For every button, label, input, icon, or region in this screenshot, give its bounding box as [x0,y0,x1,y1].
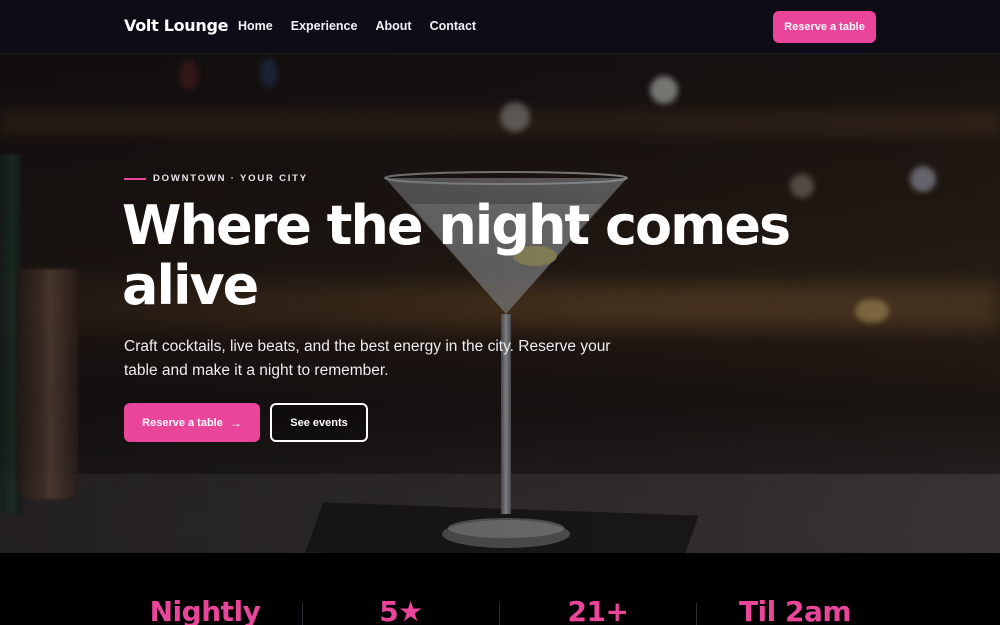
eyebrow-accent-line [124,177,146,180]
nav-links: Home Experience About Contact [238,19,494,33]
hero-headline: Where the night comes alive [122,194,791,317]
hero-reserve-label: Reserve a table [142,416,223,429]
hero-eyebrow: DOWNTOWN · YOUR CITY [124,173,308,184]
arrow-right-icon: → [229,415,242,430]
eyebrow-text: DOWNTOWN · YOUR CITY [153,173,308,184]
stat-value: Til 2am [738,595,852,625]
stat-value: Nightly [149,595,261,625]
stat-value: 5★ [379,595,423,625]
stat-value: 21+ [567,595,629,625]
nav-link-experience[interactable]: Experience [291,19,358,33]
nav-link-about[interactable]: About [375,19,411,33]
hero-subtext: Craft cocktails, live beats, and the bes… [124,338,611,379]
nav-reserve-button[interactable]: Reserve a table [773,11,876,43]
nav-link-contact[interactable]: Contact [430,19,477,33]
nav-link-home[interactable]: Home [238,19,273,33]
stats-strip: Nightly 5★ 21+ Til 2am [0,553,1000,625]
brand-logo[interactable]: Volt Lounge [124,16,228,35]
hero-section: DOWNTOWN · YOUR CITY Where the night com… [0,54,1000,553]
see-events-button[interactable]: See events [270,403,368,442]
hero-reserve-button[interactable]: Reserve a table → [124,403,260,442]
navbar: Volt Lounge Home Experience About Contac… [0,0,1000,54]
